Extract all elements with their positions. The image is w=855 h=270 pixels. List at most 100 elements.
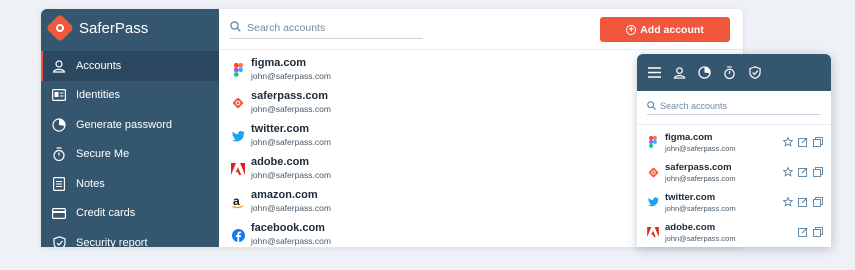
sidebar-nav: Accounts Identities Generate password Se…: [41, 51, 219, 247]
user-icon[interactable]: [673, 66, 686, 79]
account-email: john@saferpass.com: [665, 204, 736, 213]
list-item[interactable]: twitter.com john@saferpass.com: [647, 192, 823, 222]
list-item[interactable]: facebook.com john@saferpass.com: [230, 222, 331, 247]
divider: [637, 124, 831, 125]
sidebar-item-generate-password[interactable]: Generate password: [41, 110, 219, 140]
extension-search-input[interactable]: Search accounts: [647, 98, 820, 115]
account-email: john@saferpass.com: [251, 203, 331, 213]
account-domain: figma.com: [251, 57, 307, 69]
account-domain: twitter.com: [665, 192, 716, 203]
edit-icon[interactable]: [798, 167, 808, 177]
account-domain: saferpass.com: [665, 162, 732, 173]
adobe-icon: [230, 161, 246, 177]
copy-icon[interactable]: [813, 197, 823, 207]
account-list: figma.com john@saferpass.com saferpass.c…: [230, 57, 331, 247]
shield-icon[interactable]: [748, 66, 761, 79]
logo[interactable]: SaferPass: [41, 9, 219, 47]
twitter-icon: [647, 196, 659, 208]
list-item[interactable]: twitter.com john@saferpass.com: [230, 123, 331, 156]
facebook-icon: [230, 227, 246, 243]
list-item[interactable]: figma.com john@saferpass.com: [647, 132, 823, 162]
divider: [219, 49, 743, 50]
extension-account-list: figma.com john@saferpass.com saferpass.c…: [647, 132, 823, 247]
sidebar-item-credit-cards[interactable]: Credit cards: [41, 199, 219, 229]
star-icon[interactable]: [783, 137, 793, 147]
sidebar-item-identities[interactable]: Identities: [41, 81, 219, 111]
search-icon: [647, 100, 656, 112]
edit-icon[interactable]: [798, 137, 808, 147]
stopwatch-icon: [52, 147, 66, 162]
amazon-icon: a: [230, 194, 246, 210]
list-item[interactable]: adobe.com john@saferpass.com: [230, 156, 331, 189]
search-input[interactable]: Search accounts: [230, 17, 423, 39]
account-domain: adobe.com: [665, 222, 716, 233]
saferpass-icon: [230, 95, 246, 111]
plus-icon: +: [626, 24, 637, 35]
password-generator-icon: [52, 118, 66, 132]
row-actions: [783, 197, 823, 207]
sidebar-item-label: Accounts: [76, 59, 122, 72]
app-name: SaferPass: [79, 19, 149, 37]
search-placeholder: Search accounts: [660, 101, 728, 111]
edit-icon[interactable]: [798, 227, 808, 237]
saferpass-logo-icon: [45, 13, 75, 43]
account-domain: adobe.com: [251, 156, 310, 168]
list-item[interactable]: figma.com john@saferpass.com: [230, 57, 331, 90]
search-icon: [230, 20, 241, 35]
sidebar-item-label: Notes: [76, 177, 105, 190]
list-item[interactable]: a amazon.com john@saferpass.com: [230, 189, 331, 222]
row-actions: [798, 227, 823, 237]
add-account-button[interactable]: + Add account: [600, 17, 730, 42]
search-placeholder: Search accounts: [247, 21, 326, 34]
star-icon[interactable]: [783, 167, 793, 177]
account-email: john@saferpass.com: [665, 234, 736, 243]
sidebar-item-notes[interactable]: Notes: [41, 169, 219, 199]
note-icon: [52, 176, 66, 191]
copy-icon[interactable]: [813, 227, 823, 237]
sidebar-item-secure-me[interactable]: Secure Me: [41, 140, 219, 170]
id-card-icon: [52, 88, 66, 102]
credit-card-icon: [52, 206, 66, 220]
account-email: john@saferpass.com: [665, 174, 736, 183]
list-item[interactable]: saferpass.com john@saferpass.com: [230, 90, 331, 123]
sidebar-item-security-report[interactable]: Security report: [41, 228, 219, 247]
account-email: john@saferpass.com: [251, 236, 331, 246]
account-email: john@saferpass.com: [251, 137, 331, 147]
stopwatch-icon[interactable]: [723, 66, 736, 79]
twitter-icon: [230, 128, 246, 144]
menu-icon[interactable]: [648, 66, 661, 79]
svg-text:a: a: [233, 195, 240, 208]
account-email: john@saferpass.com: [251, 104, 331, 114]
sidebar: SaferPass Accounts Identities Generate p…: [41, 9, 219, 247]
sidebar-item-label: Generate password: [76, 118, 172, 131]
shield-icon: [52, 235, 66, 247]
extension-toolbar: [637, 54, 831, 91]
account-email: john@saferpass.com: [251, 170, 331, 180]
sidebar-item-label: Credit cards: [76, 207, 136, 220]
edit-icon[interactable]: [798, 197, 808, 207]
saferpass-icon: [647, 166, 659, 178]
list-item[interactable]: saferpass.com john@saferpass.com: [647, 162, 823, 192]
account-domain: twitter.com: [251, 123, 310, 135]
figma-icon: [230, 62, 246, 78]
row-actions: [783, 137, 823, 147]
sidebar-item-label: Security report: [76, 236, 148, 247]
account-domain: facebook.com: [251, 222, 325, 234]
password-generator-icon[interactable]: [698, 66, 711, 79]
user-icon: [52, 59, 66, 73]
copy-icon[interactable]: [813, 167, 823, 177]
row-actions: [783, 167, 823, 177]
sidebar-item-label: Identities: [76, 89, 121, 102]
account-domain: figma.com: [665, 132, 713, 143]
adobe-icon: [647, 226, 659, 238]
account-domain: saferpass.com: [251, 90, 329, 102]
account-email: john@saferpass.com: [251, 71, 331, 81]
account-email: john@saferpass.com: [665, 144, 736, 153]
sidebar-item-accounts[interactable]: Accounts: [41, 51, 219, 81]
copy-icon[interactable]: [813, 137, 823, 147]
extension-popup: Search accounts figma.com john@saferpass…: [637, 54, 831, 247]
sidebar-item-label: Secure Me: [76, 148, 130, 161]
list-item[interactable]: adobe.com john@saferpass.com: [647, 222, 823, 247]
account-domain: amazon.com: [251, 189, 318, 201]
star-icon[interactable]: [783, 197, 793, 207]
